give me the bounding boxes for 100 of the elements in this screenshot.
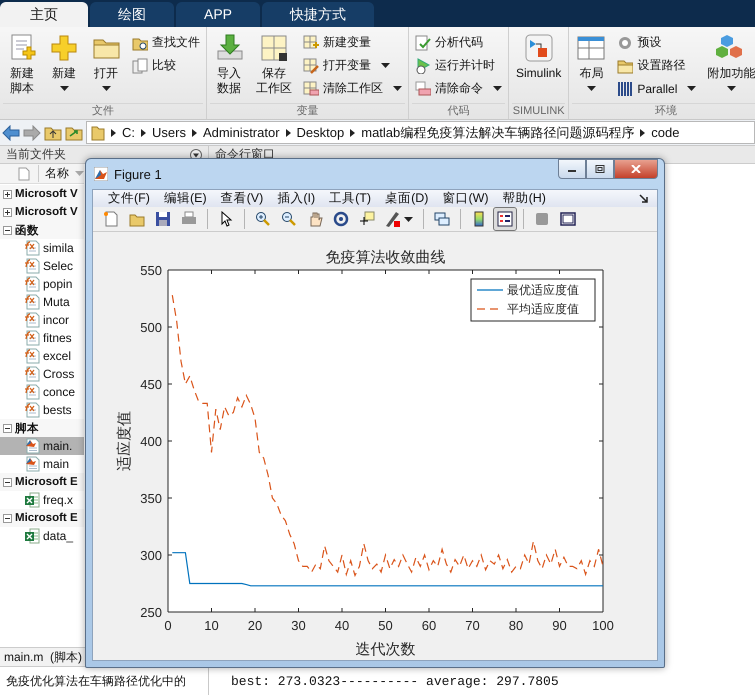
- toolstrip-button[interactable]: 新建 脚本: [3, 31, 41, 103]
- path-segment[interactable]: Desktop: [296, 125, 344, 140]
- file-row[interactable]: conce: [0, 383, 84, 401]
- path-segment[interactable]: matlab编程免疫算法解决车辆路径问题源码程序: [361, 124, 634, 142]
- toolstrip-button[interactable]: 附加功能: [703, 31, 755, 103]
- dock-arrow-icon[interactable]: [639, 194, 649, 204]
- file-row[interactable]: main: [0, 455, 84, 473]
- function-file-icon: [24, 240, 40, 256]
- toolstrip-button[interactable]: 预设: [614, 33, 700, 52]
- close-button[interactable]: [614, 159, 658, 179]
- file-row[interactable]: bests: [0, 401, 84, 419]
- ribbon-tab[interactable]: 主页: [0, 2, 88, 27]
- path-segment[interactable]: code: [651, 125, 680, 140]
- folder-up-icon[interactable]: [44, 124, 62, 140]
- tree-group-row[interactable]: 函数: [0, 221, 84, 239]
- file-row[interactable]: excel: [0, 347, 84, 365]
- collapse-icon[interactable]: [3, 478, 12, 486]
- caret-icon: [393, 86, 402, 91]
- toolstrip-button[interactable]: 比较: [129, 56, 203, 75]
- expand-icon[interactable]: [3, 208, 12, 216]
- toolstrip-button[interactable]: 新建变量: [300, 33, 405, 52]
- menu-item[interactable]: 工具(T): [322, 190, 378, 207]
- menu-item[interactable]: 窗口(W): [435, 190, 496, 207]
- breadcrumb-arrow-icon: [350, 128, 356, 136]
- menu-item[interactable]: 帮助(H): [496, 190, 553, 207]
- function-file-icon: [24, 384, 40, 400]
- file-row[interactable]: popin: [0, 275, 84, 293]
- file-row[interactable]: Cross: [0, 365, 84, 383]
- collapse-icon[interactable]: [3, 514, 12, 522]
- toolstrip-button[interactable]: Parallel: [614, 79, 700, 98]
- menu-item[interactable]: 编辑(E): [156, 190, 214, 207]
- file-row[interactable]: Muta: [0, 293, 84, 311]
- file-row[interactable]: fitnes: [0, 329, 84, 347]
- toolbar-button[interactable]: [493, 207, 517, 231]
- bars-icon: [617, 80, 634, 96]
- toolstrip-button[interactable]: Simulink: [512, 31, 566, 103]
- collapse-icon[interactable]: [3, 226, 12, 234]
- folder-icon: [91, 124, 105, 140]
- file-row[interactable]: incor: [0, 311, 84, 329]
- maximize-button[interactable]: [586, 159, 614, 179]
- toolstrip-button[interactable]: 查找文件: [129, 33, 203, 52]
- data-cursor-icon: [359, 211, 375, 227]
- toolstrip-button[interactable]: 布局: [572, 31, 610, 103]
- y-tick-label: 450: [140, 377, 162, 392]
- file-row[interactable]: data_: [0, 527, 84, 545]
- minimize-button[interactable]: [558, 159, 586, 179]
- x-tick-label: 70: [465, 618, 480, 633]
- folder-arrow-icon[interactable]: [65, 124, 83, 140]
- x-tick-label: 10: [204, 618, 219, 633]
- caret-icon: [586, 86, 596, 91]
- toolstrip-button[interactable]: 设置路径: [614, 56, 700, 75]
- path-field[interactable]: C: Users Administrator Desktop matlab编程免疫算法解决车辆路径问题源码程序 code: [86, 121, 755, 144]
- x-tick-label: 80: [508, 618, 524, 633]
- column-header[interactable]: 名称: [0, 164, 84, 184]
- toolstrip-button[interactable]: 导入 数据: [210, 31, 248, 103]
- toolstrip-button[interactable]: 清除工作区: [300, 79, 405, 98]
- menu-item[interactable]: 文件(F): [101, 190, 157, 207]
- tree-group-row[interactable]: Microsoft V: [0, 185, 84, 203]
- file-row[interactable]: freq.x: [0, 491, 84, 509]
- ribbon-tab[interactable]: 快捷方式: [262, 2, 374, 27]
- tree-group-row[interactable]: Microsoft E: [0, 473, 84, 491]
- collapse-icon[interactable]: [3, 424, 12, 432]
- grid-pencil-icon: [303, 58, 319, 74]
- toolstrip-button[interactable]: 运行并计时: [412, 56, 505, 75]
- group-title: 变量: [210, 103, 405, 119]
- toolstrip-button[interactable]: 分析代码: [412, 33, 505, 52]
- expand-icon[interactable]: [3, 190, 12, 198]
- zoom-out-icon: [281, 211, 297, 227]
- function-file-icon: [24, 258, 40, 274]
- function-file-icon: [24, 312, 40, 328]
- path-segment[interactable]: Administrator: [202, 125, 280, 140]
- toolstrip-button[interactable]: 新建: [45, 31, 83, 103]
- menu-item[interactable]: 插入(I): [270, 190, 322, 207]
- tree-group-row[interactable]: Microsoft E: [0, 509, 84, 527]
- close-icon: [631, 165, 641, 173]
- tree-group-row[interactable]: 脚本: [0, 419, 84, 437]
- gear-icon: [617, 34, 634, 50]
- tree-group-row[interactable]: Microsoft V: [0, 203, 84, 221]
- file-row[interactable]: main.: [0, 437, 84, 455]
- path-segment[interactable]: C:: [122, 125, 135, 140]
- function-file-icon: [24, 402, 40, 418]
- toolstrip-button[interactable]: 保存 工作区: [252, 31, 296, 103]
- y-tick-label: 300: [140, 548, 162, 563]
- toolstrip-button[interactable]: 打开: [87, 31, 125, 103]
- toolstrip-button[interactable]: 打开变量: [300, 56, 405, 75]
- ribbon-tab[interactable]: 绘图: [90, 2, 174, 27]
- toolstrip-button[interactable]: 清除命令: [412, 79, 505, 98]
- menu-item[interactable]: 桌面(D): [378, 190, 436, 207]
- path-segment[interactable]: Users: [152, 125, 186, 140]
- eraser-icon: [415, 80, 431, 96]
- group-title: 代码: [412, 103, 505, 119]
- rotate-icon: [333, 211, 349, 227]
- menu-item[interactable]: 查看(V): [214, 190, 270, 207]
- x-tick-label: 40: [334, 618, 350, 633]
- caret-icon: [687, 86, 696, 91]
- file-row[interactable]: simila: [0, 239, 84, 257]
- file-row[interactable]: Selec: [0, 257, 84, 275]
- breadcrumb-arrow-icon: [640, 128, 646, 136]
- back-arrow-icon[interactable]: [2, 124, 20, 140]
- ribbon-tab[interactable]: APP: [176, 2, 260, 27]
